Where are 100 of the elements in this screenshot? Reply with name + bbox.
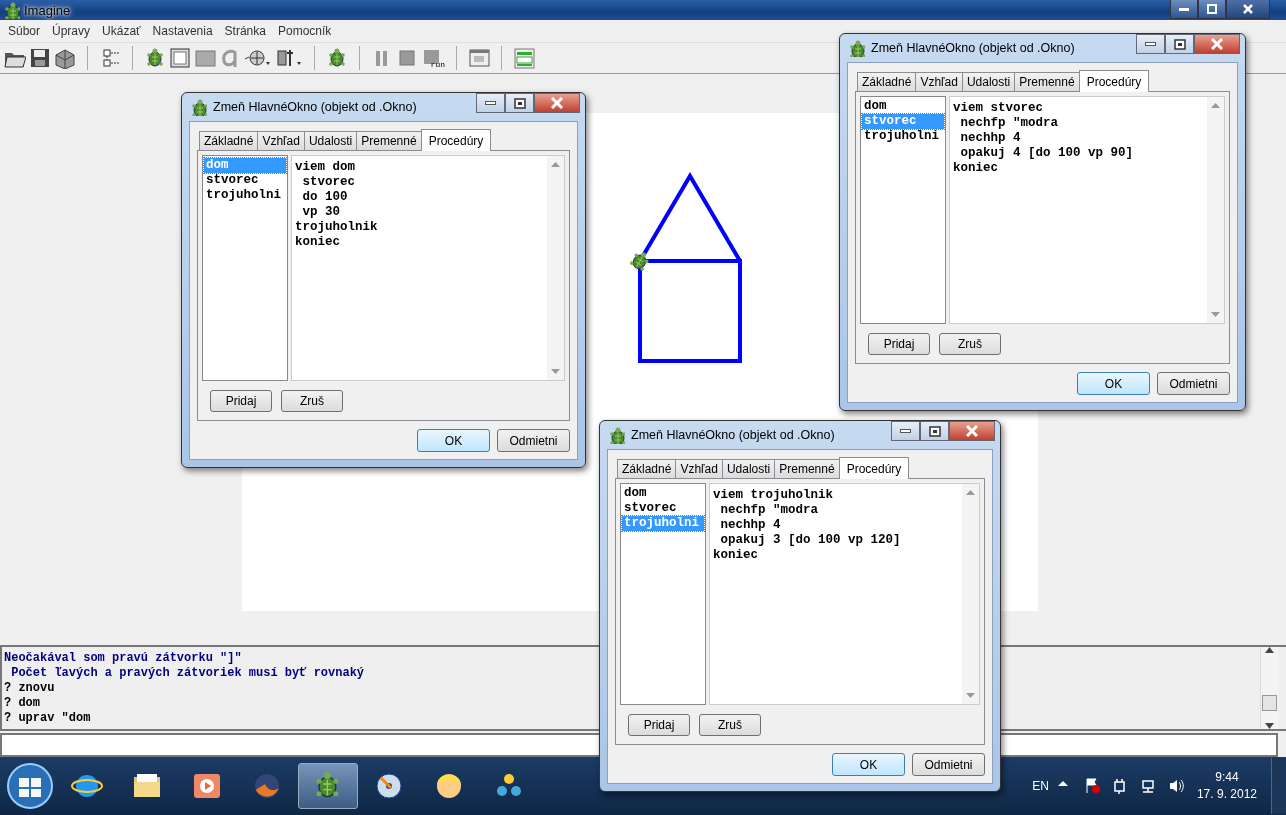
volume-icon[interactable] — [1167, 777, 1184, 795]
network-icon[interactable] — [1139, 777, 1156, 795]
dialog-button[interactable]: Odmietni — [1157, 372, 1230, 395]
tab[interactable]: Premenné — [356, 131, 422, 150]
menu-item[interactable]: Úpravy — [46, 24, 97, 38]
minimize-button[interactable] — [891, 421, 920, 441]
dialog-button[interactable]: Odmietni — [912, 753, 985, 776]
turtle-icon — [189, 98, 207, 116]
dialog-button[interactable]: OK — [1077, 372, 1150, 395]
close-button[interactable] — [534, 93, 580, 113]
dialog-button[interactable]: Pridaj — [210, 390, 272, 412]
procedure-item[interactable]: trojuholni — [862, 129, 944, 144]
turtle-icon[interactable] — [144, 47, 166, 69]
procedure-item[interactable]: trojuholni — [204, 188, 286, 203]
tab[interactable]: Udalosti — [303, 131, 358, 150]
window-icon[interactable] — [468, 47, 490, 69]
clock-date: 17. 9. 2012 — [1196, 786, 1257, 803]
maximize-icon — [928, 425, 941, 437]
console-line: Neočakával som pravú zátvorku "]" — [4, 651, 242, 666]
dialog-button[interactable]: Zruš — [281, 390, 343, 412]
procedure-item[interactable]: stvorec — [622, 501, 704, 516]
run-button[interactable]: run — [421, 47, 445, 69]
close-icon — [1243, 4, 1253, 14]
close-button[interactable] — [1226, 0, 1270, 19]
tab[interactable]: Základné — [199, 131, 259, 150]
frame-icon[interactable] — [169, 47, 191, 69]
turtle-icon[interactable] — [326, 47, 348, 69]
tab[interactable]: Procedúry — [420, 129, 492, 151]
console-line: ? znovu — [4, 681, 55, 696]
minimize-icon — [900, 429, 911, 433]
dialog-title: Zmeň HlavnéOkno (objekt od .Okno) — [213, 100, 417, 114]
tab[interactable]: Vzhľad — [915, 72, 963, 91]
maximize-button[interactable] — [920, 421, 949, 441]
clock-time: 9:44 — [1214, 769, 1240, 786]
page-icon[interactable] — [513, 47, 535, 69]
dialog-button[interactable]: Odmietni — [497, 429, 570, 452]
slider-icon[interactable] — [275, 47, 303, 69]
save-icon[interactable] — [29, 47, 51, 69]
tab[interactable]: Procedúry — [838, 457, 910, 479]
dialog-button[interactable]: Zruš — [939, 333, 1001, 355]
minimize-button[interactable] — [1136, 34, 1165, 54]
scroll-down-icon[interactable] — [1265, 723, 1274, 729]
maximize-icon — [1207, 4, 1217, 14]
close-button[interactable] — [1194, 34, 1240, 54]
tab[interactable]: Vzhľad — [675, 459, 723, 478]
dial-icon[interactable] — [244, 47, 272, 69]
flag-icon[interactable] — [1083, 777, 1100, 795]
dialog-button[interactable]: OK — [417, 429, 490, 452]
menu-item[interactable]: Pomocník — [271, 24, 338, 38]
tab[interactable]: Udalosti — [961, 72, 1016, 91]
tab[interactable]: Premenné — [1014, 72, 1080, 91]
scroll-thumb[interactable] — [1262, 695, 1277, 711]
maximize-button[interactable] — [1165, 34, 1194, 54]
dialog-button[interactable]: OK — [832, 753, 905, 776]
tab[interactable]: Vzhľad — [257, 131, 305, 150]
scrollbar[interactable] — [1260, 647, 1278, 729]
turtle-icon — [2, 1, 20, 19]
close-button[interactable] — [949, 421, 995, 441]
stop-icon[interactable] — [396, 47, 418, 69]
start-button[interactable] — [4, 760, 56, 812]
minimize-button[interactable] — [1170, 0, 1198, 19]
maximize-button[interactable] — [1198, 0, 1226, 19]
turtle-icon — [847, 39, 865, 57]
minimize-button[interactable] — [476, 93, 505, 113]
close-icon — [966, 425, 978, 437]
menu-item[interactable]: Ukázať — [96, 24, 147, 38]
menu-item[interactable]: Nastavenia — [146, 24, 219, 38]
tab[interactable]: Premenné — [774, 459, 840, 478]
minimize-icon — [485, 101, 496, 105]
console-line: ? uprav "dom — [4, 711, 91, 726]
dialog-button[interactable]: Pridaj — [628, 714, 690, 736]
procedure-item[interactable]: stvorec — [204, 173, 286, 188]
maximize-icon — [1173, 38, 1186, 50]
procedure-item[interactable]: dom — [622, 486, 704, 501]
tab[interactable]: Udalosti — [721, 459, 776, 478]
console-line: ? dom — [4, 696, 40, 711]
close-icon — [551, 97, 563, 109]
menu-item[interactable]: Stránka — [218, 24, 272, 38]
tab[interactable]: Základné — [617, 459, 677, 478]
maximize-button[interactable] — [505, 93, 534, 113]
dialog-title: Zmeň HlavnéOkno (objekt od .Okno) — [871, 41, 1075, 55]
scroll-up-icon[interactable] — [1265, 647, 1274, 653]
dialog-title: Zmeň HlavnéOkno (objekt od .Okno) — [631, 428, 835, 442]
dialog-button[interactable]: Pridaj — [868, 333, 930, 355]
tab[interactable]: Základné — [857, 72, 917, 91]
dialog-button[interactable]: Zruš — [699, 714, 761, 736]
language-indicator[interactable]: EN — [1032, 779, 1049, 793]
procedure-item[interactable]: dom — [862, 99, 944, 114]
panel-icon[interactable] — [194, 47, 216, 69]
menu-item[interactable]: Súbor — [2, 24, 47, 38]
disc-icon — [373, 770, 405, 802]
console-line: Počet ľavých a pravých zátvoriek musí byť rovnaký — [10, 666, 365, 681]
minimize-icon — [1179, 7, 1189, 11]
tab[interactable]: Procedúry — [1078, 70, 1150, 92]
turtle-icon — [607, 426, 625, 444]
close-icon — [1211, 38, 1223, 50]
window-title: Imagine — [24, 2, 71, 18]
maximize-icon — [513, 97, 526, 109]
power-icon[interactable] — [1111, 777, 1128, 795]
package-icon[interactable] — [54, 47, 76, 69]
